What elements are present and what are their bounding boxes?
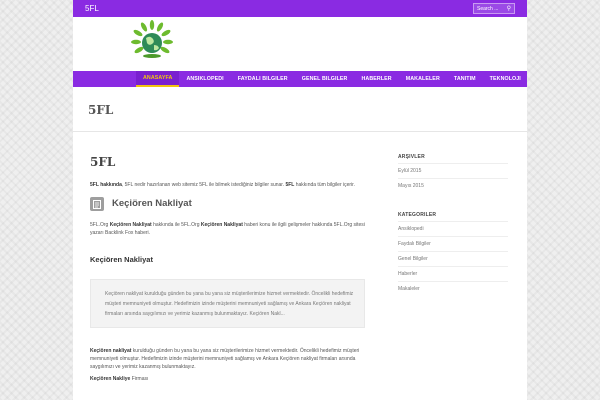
- tail-bold: Keçiören Nakliye: [90, 376, 131, 382]
- nav-item-faydali-bilgiler[interactable]: FAYDALI BILGILER: [231, 71, 295, 87]
- category-item-haberler[interactable]: Haberler: [398, 266, 508, 281]
- nav-item-anasayfa[interactable]: ANASAYFA: [136, 71, 180, 87]
- section-heading: Keçiören Nakliyat: [90, 255, 153, 264]
- search-icon[interactable]: ⚲: [507, 6, 511, 12]
- tail-line: Keçiören Nakliye Firması: [90, 376, 365, 382]
- categories-list: Ansiklopedi Faydalı Bilgiler Genel Bilgi…: [398, 221, 508, 296]
- main-nav: ANASAYFA ANSIKLOPEDI FAYDALI BILGILER GE…: [73, 71, 527, 87]
- search-input[interactable]: Search ... ⚲: [473, 3, 515, 14]
- entry-title-link[interactable]: Keçiören Nakliyat: [112, 198, 192, 209]
- nav-item-genel-bilgiler[interactable]: GENEL BILGILER: [295, 71, 355, 87]
- tail-text: Firması: [130, 376, 149, 382]
- body-paragraph: Keçiören nakliyat kurulduğu günden bu ya…: [90, 347, 365, 371]
- widget-gap: [398, 193, 508, 212]
- category-item-faydali-bilgiler[interactable]: Faydalı Bilgiler: [398, 236, 508, 251]
- nav-item-haberler[interactable]: HABERLER: [354, 71, 398, 87]
- sidebar: ARŞIVLER Eylül 2015 Mayıs 2015 KATEGORIL…: [398, 154, 508, 296]
- category-item-genel-bilgiler[interactable]: Genel Bilgiler: [398, 251, 508, 266]
- excerpt-bold-1: Keçiören Nakliyat: [109, 222, 152, 228]
- top-bar: 5FL Search ... ⚲: [73, 0, 527, 17]
- body-text: kurulduğu günden bu yana bu yana siz müş…: [90, 348, 360, 370]
- document-icon: [90, 197, 104, 211]
- main-area: 5FL 5FL 5FL hakkında, 5FL nedir hazırlan…: [73, 87, 527, 400]
- category-item-makaleler[interactable]: Makaleler: [398, 281, 508, 296]
- nav-item-makaleler[interactable]: MAKALELER: [399, 71, 447, 87]
- nav-item-ansiklopedi[interactable]: ANSIKLOPEDI: [179, 71, 230, 87]
- entry-header: Keçiören Nakliyat: [90, 197, 365, 211]
- archives-title: ARŞIVLER: [398, 154, 425, 160]
- intro-text-1: , 5FL nedir hazırlanan web sitemiz 5FL i…: [121, 182, 286, 188]
- intro-text-2: hakkında tüm bilgiler içerir.: [294, 182, 355, 188]
- archives-list: Eylül 2015 Mayıs 2015: [398, 163, 508, 193]
- entry-excerpt: 5FL.Org Keçiören Nakliyat hakkında ile 5…: [90, 221, 365, 237]
- excerpt-text-1: 5FL.Org: [90, 222, 110, 228]
- archive-item-mayis-2015[interactable]: Mayıs 2015: [398, 178, 508, 193]
- nav-item-tanitim[interactable]: TANITIM: [447, 71, 483, 87]
- intro-paragraph: 5FL hakkında, 5FL nedir hazırlanan web s…: [90, 181, 365, 189]
- body-bold: Keçiören nakliyat: [90, 348, 132, 354]
- intro-bold-1: 5FL hakkında: [90, 182, 122, 188]
- page-title: 5FL: [88, 103, 114, 117]
- top-site-name[interactable]: 5FL: [85, 4, 99, 13]
- excerpt-bold-2: Keçiören Nakliyat: [200, 222, 243, 228]
- excerpt-text-2: hakkında ile 5FL.Org: [151, 222, 201, 228]
- category-item-ansiklopedi[interactable]: Ansiklopedi: [398, 221, 508, 236]
- archive-item-eylul-2015[interactable]: Eylül 2015: [398, 163, 508, 178]
- globe-leaves-logo-icon[interactable]: [128, 20, 176, 60]
- content-column: 5FL 5FL hakkında, 5FL nedir hazırlanan w…: [90, 155, 365, 382]
- site-header: [73, 17, 527, 71]
- page-title-area: 5FL: [73, 87, 527, 132]
- quote-box: Keçiören nakliyat kurulduğu günden bu ya…: [90, 279, 365, 328]
- post-title: 5FL: [90, 155, 116, 169]
- categories-title: KATEGORILER: [398, 212, 437, 218]
- nav-item-teknoloji[interactable]: TEKNOLOJI: [483, 71, 528, 87]
- search-placeholder: Search ...: [477, 5, 499, 12]
